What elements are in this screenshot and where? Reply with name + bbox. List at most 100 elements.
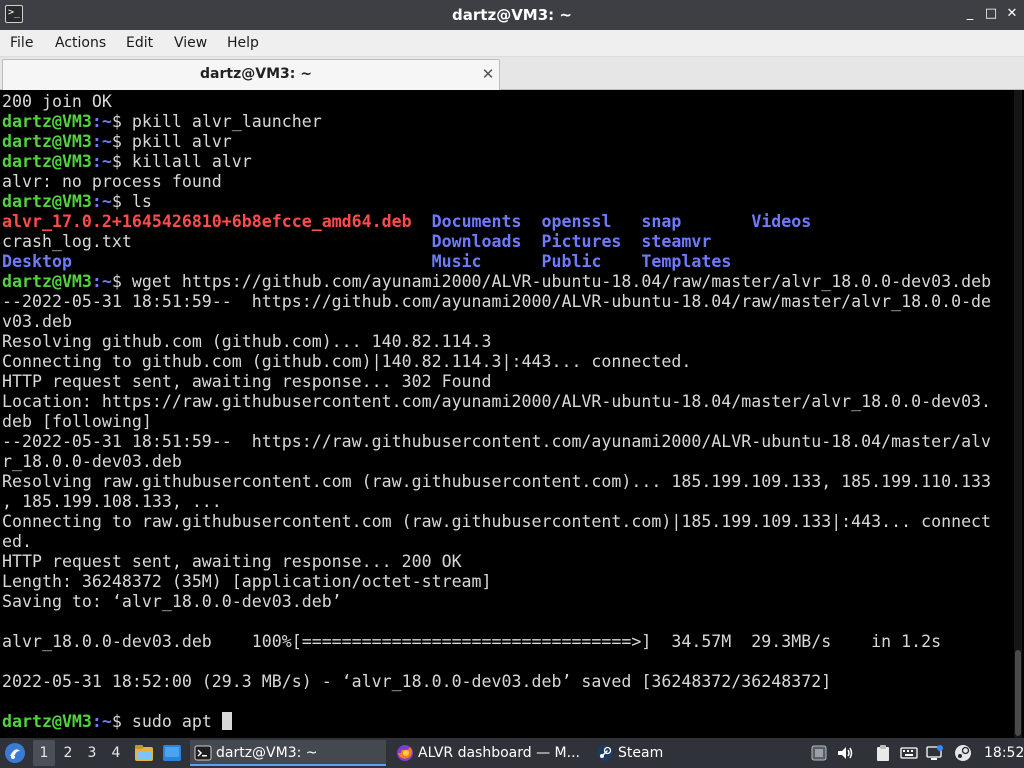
- terminal-line: HTTP request sent, awaiting response... …: [2, 552, 991, 572]
- menu-file[interactable]: File: [10, 30, 33, 57]
- menu-help[interactable]: Help: [227, 30, 259, 57]
- prompt-symbol: $: [111, 192, 132, 211]
- ls-entry-dir: Pictures: [541, 232, 622, 251]
- menu-view[interactable]: View: [174, 30, 207, 57]
- window-title-bar[interactable]: >_ dartz@VM3: ~ _ □ ✕: [0, 0, 1024, 30]
- output-text: Location: https://raw.githubusercontent.…: [2, 392, 992, 411]
- ls-entry-dir: Music: [431, 252, 482, 271]
- ls-entry-deb: alvr_17.0.2+1645426810+6b8efcce_amd64.de…: [2, 212, 412, 231]
- clipboard-icon[interactable]: [874, 744, 892, 762]
- output-text: HTTP request sent, awaiting response... …: [2, 372, 492, 391]
- output-text: , 185.199.108.133, ...: [2, 492, 222, 511]
- terminal-output: 200 join OK dartz@VM3:~$ pkill alvr_launc…: [2, 92, 991, 732]
- prompt-path: :~: [91, 132, 112, 151]
- vm-tray-icon[interactable]: [810, 744, 828, 762]
- terminal-line: , 185.199.108.133, ...: [2, 492, 991, 512]
- terminal-line: dartz@VM3:~$ ls: [2, 192, 991, 212]
- menu-edit[interactable]: Edit: [126, 30, 153, 57]
- terminal-line: Location: https://raw.githubusercontent.…: [2, 392, 991, 412]
- start-menu-icon[interactable]: [4, 742, 26, 764]
- tab-terminal[interactable]: dartz@VM3: ~ ✕: [2, 59, 500, 90]
- ls-entry-dir: Desktop: [2, 252, 72, 271]
- task-terminal[interactable]: dartz@VM3: ~: [190, 740, 386, 766]
- output-text: deb [following]: [2, 412, 152, 431]
- steam-icon: [597, 745, 613, 761]
- terminal-line: Desktop Music Public Templates: [2, 252, 991, 272]
- output-text: Saving to: ‘alvr_18.0.0-dev03.deb’: [2, 592, 342, 611]
- ls-entry-dir: Downloads: [431, 232, 522, 251]
- window-title: dartz@VM3: ~: [452, 6, 572, 24]
- prompt-path: :~: [91, 712, 112, 731]
- tab-close-icon[interactable]: ✕: [479, 64, 497, 84]
- command-text: wget https://github.com/ayunami2000/ALVR…: [131, 272, 992, 291]
- task-label: ALVR dashboard — M...: [418, 745, 580, 761]
- ls-entry-dir: Videos: [751, 212, 812, 231]
- workspace-3[interactable]: 3: [81, 740, 103, 766]
- ls-entry-dir: Templates: [641, 252, 732, 271]
- terminal-view[interactable]: 200 join OK dartz@VM3:~$ pkill alvr_launc…: [0, 90, 1024, 738]
- terminal-line: 200 join OK: [2, 92, 991, 112]
- menu-bar: File Actions Edit View Help: [0, 30, 1024, 57]
- network-icon[interactable]: [926, 744, 944, 762]
- terminal-line: Saving to: ‘alvr_18.0.0-dev03.deb’: [2, 592, 991, 612]
- output-text: Length: 36248372 (35M) [application/octe…: [2, 572, 492, 591]
- prompt-user: dartz@VM3: [2, 132, 92, 151]
- terminal-line: Connecting to raw.githubusercontent.com …: [2, 512, 991, 532]
- tab-bar: dartz@VM3: ~ ✕: [0, 57, 1024, 90]
- workspace-1[interactable]: 1: [33, 740, 55, 766]
- firefox-icon: [397, 745, 413, 761]
- prompt-symbol: $: [111, 152, 132, 171]
- ls-entry-file: crash_log.txt: [2, 232, 132, 251]
- terminal-scrollbar[interactable]: [1014, 90, 1022, 738]
- output-text: alvr_18.0.0-dev03.deb 100%[=============…: [2, 632, 942, 651]
- file-manager-icon[interactable]: [134, 744, 154, 762]
- clock[interactable]: 18:52: [984, 738, 1024, 768]
- tab-label: dartz@VM3: ~: [200, 66, 312, 82]
- output-text: HTTP request sent, awaiting response... …: [2, 552, 462, 571]
- terminal-icon: [194, 745, 212, 761]
- scrollbar-thumb[interactable]: [1015, 650, 1021, 736]
- command-text: sudo apt: [131, 712, 222, 731]
- command-text: pkill alvr: [131, 132, 232, 151]
- ls-entry-dir: Public: [541, 252, 602, 271]
- prompt-user: dartz@VM3: [2, 192, 92, 211]
- maximize-button[interactable]: □: [982, 5, 1000, 23]
- prompt-user: dartz@VM3: [2, 272, 92, 291]
- volume-icon[interactable]: [836, 744, 854, 762]
- prompt-user: dartz@VM3: [2, 712, 92, 731]
- keyboard-icon[interactable]: [900, 744, 918, 762]
- show-desktop-icon[interactable]: [162, 744, 182, 762]
- task-firefox[interactable]: ALVR dashboard — M...: [392, 740, 586, 766]
- terminal-line: dartz@VM3:~$ pkill alvr: [2, 132, 991, 152]
- prompt-path: :~: [91, 192, 112, 211]
- prompt-symbol: $: [111, 272, 132, 291]
- terminal-line: r_18.0.0-dev03.deb: [2, 452, 991, 472]
- terminal-line: dartz@VM3:~$ wget https://github.com/ayu…: [2, 272, 991, 292]
- task-label: dartz@VM3: ~: [216, 745, 318, 761]
- terminal-line: deb [following]: [2, 412, 991, 432]
- steam-tray-icon[interactable]: [954, 744, 972, 762]
- prompt-symbol: $: [111, 112, 132, 131]
- menu-actions[interactable]: Actions: [55, 30, 106, 57]
- prompt-symbol: $: [111, 132, 132, 151]
- workspace-2[interactable]: 2: [57, 740, 79, 766]
- terminal-line: v03.deb: [2, 312, 991, 332]
- terminal-line: alvr: no process found: [2, 172, 991, 192]
- terminal-line: alvr_18.0.0-dev03.deb 100%[=============…: [2, 632, 991, 652]
- taskbar: 1 2 3 4 dartz@VM3: ~ ALVR dashboard — M.…: [0, 738, 1024, 768]
- text-cursor: [221, 712, 232, 730]
- terminal-line: --2022-05-31 18:51:59-- https://github.c…: [2, 292, 991, 312]
- close-button[interactable]: ✕: [1003, 5, 1021, 23]
- output-text: v03.deb: [2, 312, 72, 331]
- terminal-line: ed.: [2, 532, 991, 552]
- prompt-path: :~: [91, 112, 112, 131]
- workspace-4[interactable]: 4: [105, 740, 127, 766]
- terminal-line: Resolving github.com (github.com)... 140…: [2, 332, 991, 352]
- task-steam[interactable]: Steam: [592, 740, 712, 766]
- minimize-button[interactable]: _: [961, 5, 979, 23]
- output-text: --2022-05-31 18:51:59-- https://github.c…: [2, 292, 992, 311]
- output-text: alvr: no process found: [2, 172, 222, 191]
